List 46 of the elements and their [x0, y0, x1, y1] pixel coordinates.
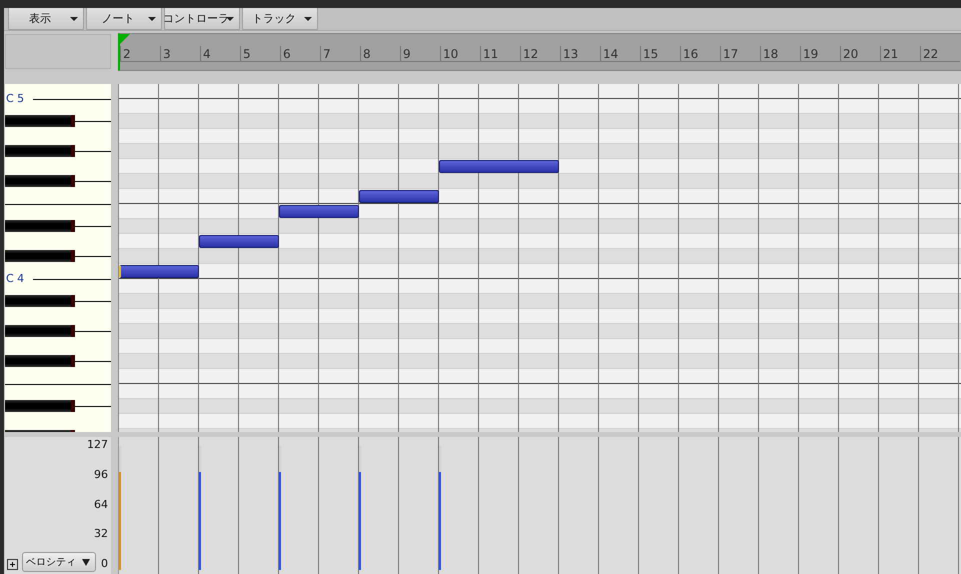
sharp-key[interactable] — [5, 400, 75, 412]
sharp-key[interactable] — [5, 175, 75, 187]
bar-number: 11 — [480, 46, 520, 62]
bar-number: 15 — [640, 46, 680, 62]
bar-number: 17 — [720, 46, 760, 62]
bar-number: 3 — [160, 46, 200, 62]
piano-keyboard[interactable]: C 5 C 4 — [5, 84, 111, 432]
sharp-key[interactable] — [5, 145, 75, 157]
menu-dropdown[interactable]: 表示 — [8, 8, 84, 30]
bar-number: 9 — [400, 46, 440, 62]
bar-number: 14 — [600, 46, 640, 62]
axis-label: 127 — [87, 439, 108, 451]
bar-number: 2 — [120, 46, 160, 62]
note-grid[interactable] — [118, 84, 961, 432]
add-icon[interactable] — [7, 559, 18, 570]
sharp-key[interactable] — [5, 355, 75, 367]
bar-number: 18 — [760, 46, 800, 62]
bar-number: 6 — [280, 46, 320, 62]
sharp-key[interactable] — [5, 220, 75, 232]
bar-number: 16 — [680, 46, 720, 62]
bar-number: 10 — [440, 46, 480, 62]
bar-number: 4 — [200, 46, 240, 62]
playhead-flag-icon[interactable] — [120, 34, 130, 44]
sharp-key[interactable] — [5, 295, 75, 307]
sharp-key[interactable] — [5, 250, 75, 262]
bar-number: 5 — [240, 46, 280, 62]
bar-number: 20 — [840, 46, 880, 62]
menu-dropdown[interactable]: ノート — [86, 8, 162, 30]
axis-label: 0 — [101, 558, 108, 570]
bar-number: 7 — [320, 46, 360, 62]
timeline-ruler[interactable]: 2 3 4 5 6 7 8 9 10 11 12 13 14 15 16 17 18 19 20 21 22 — [118, 33, 961, 71]
bar-number: 13 — [560, 46, 600, 62]
menu-dropdown[interactable]: コントローラ — [164, 8, 240, 30]
lane-selector[interactable]: ベロシティ — [22, 552, 96, 572]
note-block[interactable] — [119, 265, 199, 278]
bar-number: 21 — [880, 46, 920, 62]
axis-label: 64 — [94, 498, 108, 510]
bar-number: 19 — [800, 46, 840, 62]
axis-label: 32 — [94, 528, 108, 540]
bar-number: 22 — [920, 46, 960, 62]
axis-label: 96 — [94, 468, 108, 481]
sharp-key[interactable] — [5, 115, 75, 127]
menu-dropdown[interactable]: トラック — [242, 8, 318, 30]
bar-number: 8 — [360, 46, 400, 62]
sharp-key[interactable] — [5, 325, 75, 337]
bar-number: 12 — [520, 46, 560, 62]
